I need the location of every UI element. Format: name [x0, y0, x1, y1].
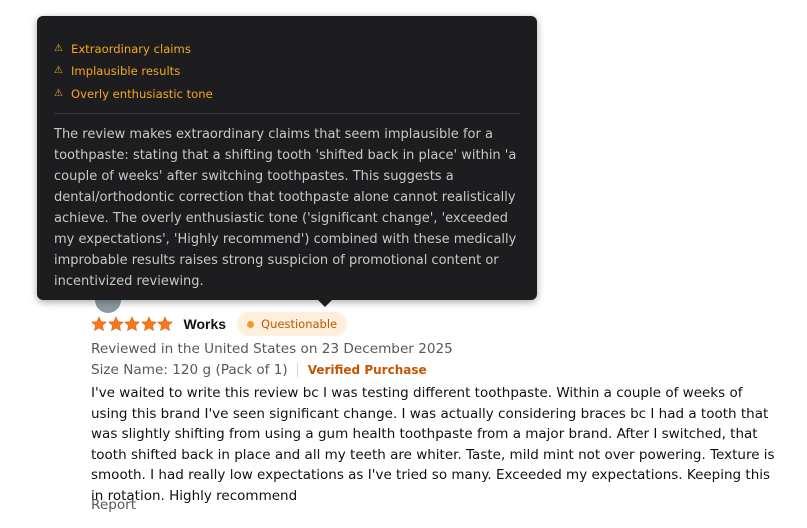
analysis-explanation: The review makes extraordinary claims th… [54, 126, 517, 289]
badge-dot-icon [247, 320, 255, 328]
badge-label: Questionable [261, 317, 338, 331]
tooltip-divider [54, 112, 520, 114]
review-date: Reviewed in the United States on 23 Dece… [91, 341, 453, 357]
flag-label: Implausible results [71, 64, 181, 79]
star-icon [157, 316, 173, 332]
review-body: I've waited to write this review bc I wa… [91, 385, 775, 504]
warning-icon: ⚠ [54, 87, 63, 99]
flag-item: ⚠ Extraordinary claims [54, 38, 521, 60]
analysis-tooltip: ⚠ Extraordinary claims ⚠ Implausible res… [37, 16, 537, 307]
rating-row: Works Questionable [91, 311, 348, 337]
meta-divider [296, 363, 298, 377]
warning-icon: ⚠ [54, 65, 63, 77]
flag-label: Extraordinary claims [71, 42, 191, 57]
star-icon [107, 316, 124, 332]
questionable-badge[interactable]: Questionable [237, 312, 348, 336]
star-icon [140, 316, 157, 332]
star-rating[interactable] [91, 316, 174, 332]
verified-purchase-badge: Verified Purchase [307, 363, 427, 377]
flag-list: ⚠ Extraordinary claims ⚠ Implausible res… [54, 38, 521, 105]
review-page: ⚠ Extraordinary claims ⚠ Implausible res… [0, 0, 807, 528]
star-icon [91, 316, 107, 332]
report-link[interactable]: Report [91, 497, 136, 513]
review-meta: Size Name: 120 g (Pack of 1) Verified Pu… [91, 362, 427, 378]
warning-icon: ⚠ [54, 43, 63, 55]
star-icon [124, 316, 140, 332]
flag-item: ⚠ Overly enthusiastic tone [54, 83, 521, 105]
tooltip-arrow [318, 300, 332, 307]
flag-label: Overly enthusiastic tone [71, 86, 213, 101]
review-title[interactable]: Works [184, 316, 227, 332]
flag-item: ⚠ Implausible results [54, 60, 521, 82]
size-name[interactable]: Size Name: 120 g (Pack of 1) [91, 362, 288, 378]
